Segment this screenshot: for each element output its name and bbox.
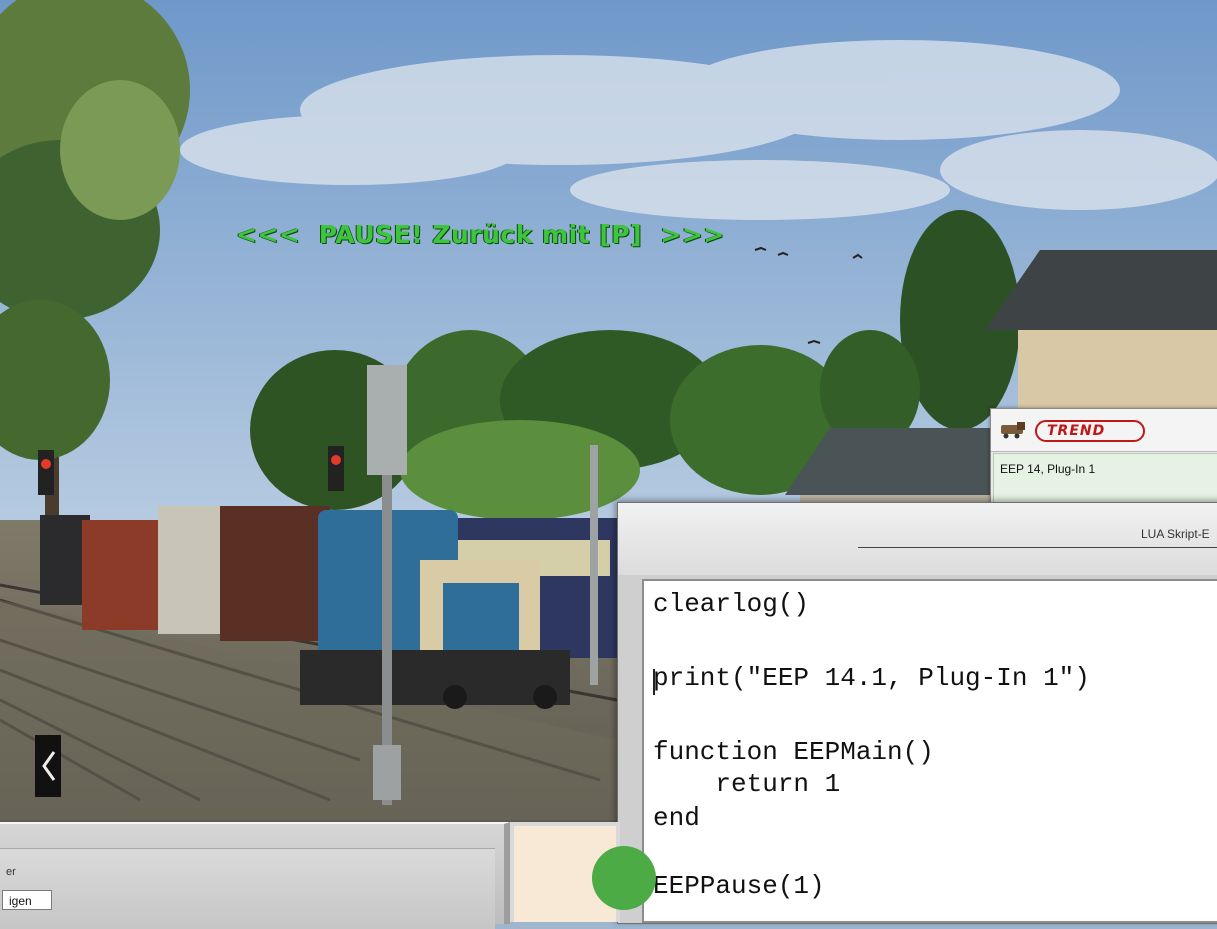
trend-status-area: EEP 14, Plug-In 1 xyxy=(993,453,1217,507)
bottom-window-tab[interactable]: igen xyxy=(2,890,52,910)
lua-script-window: LUA Skript-E clearlog() print("EEP 14.1,… xyxy=(617,502,1217,924)
lua-window-title: LUA Skript-E xyxy=(1141,527,1210,541)
pause-message: <<< PAUSE! Zurück mit [P] >>> xyxy=(236,220,725,249)
lua-titlebar[interactable]: LUA Skript-E xyxy=(618,503,1217,575)
trend-logo-text: TREND xyxy=(1047,423,1106,439)
code-line: function EEPMain() xyxy=(653,737,934,767)
code-line: clearlog() xyxy=(653,589,810,619)
code-line: print("EEP 14.1, Plug-In 1") xyxy=(653,663,1090,693)
trend-status-text: EEP 14, Plug-In 1 xyxy=(1000,462,1096,476)
lua-code-editor[interactable]: clearlog() print("EEP 14.1, Plug-In 1") … xyxy=(642,579,1217,923)
trend-window: TREND EEP 14, Plug-In 1 xyxy=(990,408,1217,510)
bottom-window-body xyxy=(0,848,495,929)
code-line: EEPPause(1) xyxy=(653,871,825,901)
bottom-tool-window: er igen xyxy=(0,822,510,929)
green-status-indicator xyxy=(592,846,656,910)
trend-titlebar[interactable]: TREND xyxy=(991,409,1217,452)
bottom-window-label: er xyxy=(6,866,16,878)
code-line: return 1 xyxy=(653,769,841,799)
locomotive-icon xyxy=(1001,422,1025,439)
code-line: end xyxy=(653,803,700,833)
trend-logo: TREND xyxy=(1035,420,1145,442)
title-separator xyxy=(858,547,1217,548)
text-cursor xyxy=(653,669,655,695)
status-panel xyxy=(510,822,656,922)
